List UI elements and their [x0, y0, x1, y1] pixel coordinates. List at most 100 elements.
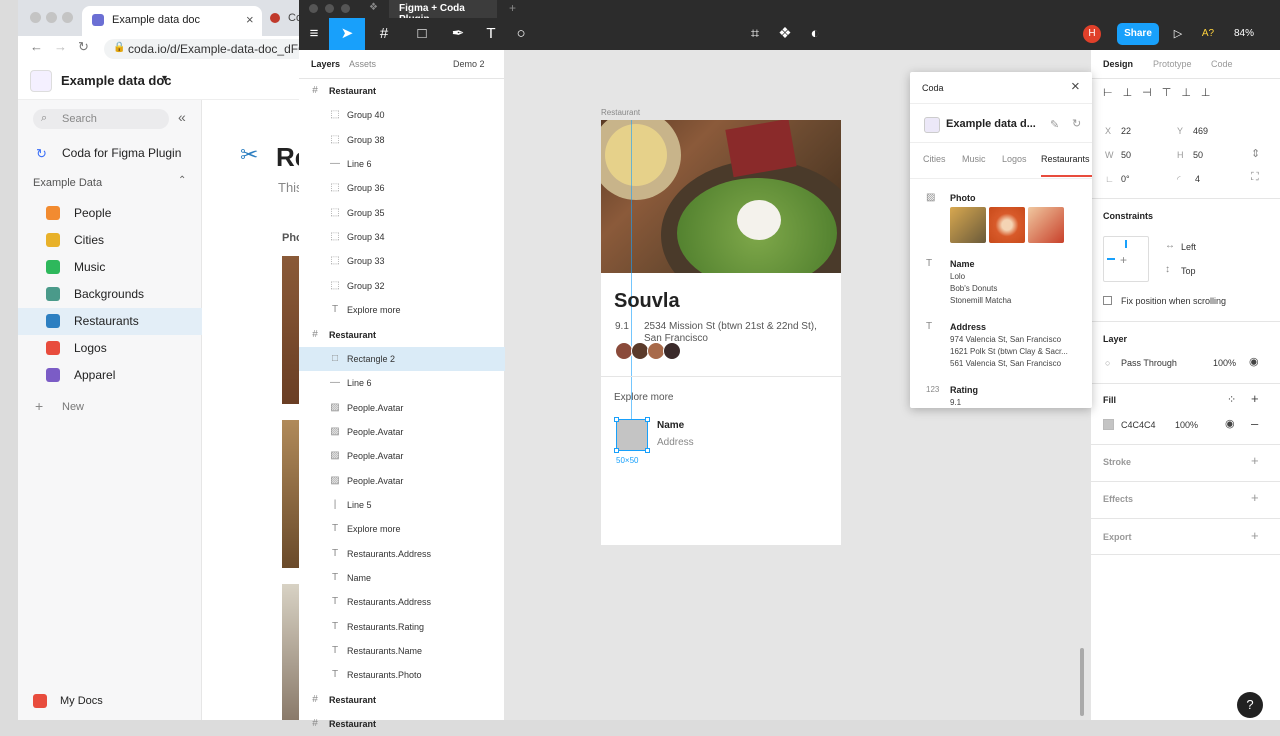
tab-prototype[interactable]: Prototype: [1153, 59, 1192, 69]
close-icon[interactable]: ×: [1071, 78, 1080, 95]
close-dot[interactable]: [30, 12, 41, 23]
field-name[interactable]: Address: [950, 322, 986, 332]
layer-row[interactable]: T Restaurants.Address: [299, 590, 505, 614]
layer-row[interactable]: ▨ People.Avatar: [299, 444, 505, 468]
forward-icon[interactable]: →: [54, 39, 67, 54]
layer-row[interactable]: # Restaurant: [299, 323, 505, 347]
layer-row[interactable]: ⬚ Group 35: [299, 201, 505, 225]
tab-assets[interactable]: Assets: [349, 59, 376, 69]
restaurant-frame[interactable]: Souvla 9.1 2534 Mission St (btwn 21st & …: [601, 120, 841, 545]
explore-more[interactable]: Explore more: [614, 392, 673, 403]
align-icons[interactable]: ⊢⊥⊣⊤⊥⊥: [1103, 86, 1221, 99]
rotation-field[interactable]: 0°: [1121, 174, 1130, 184]
pen-tool-icon[interactable]: ✒: [445, 18, 471, 50]
minimize-dot[interactable]: [46, 12, 57, 23]
layer-row[interactable]: # Restaurant: [299, 712, 505, 736]
layer-row[interactable]: # Restaurant: [299, 688, 505, 712]
doc-title[interactable]: Example data doc: [61, 73, 172, 88]
layer-row[interactable]: ⬚ Group 33: [299, 249, 505, 273]
search-input[interactable]: ⌕ Search: [33, 109, 169, 129]
sidebar-item-music[interactable]: Music: [18, 254, 202, 281]
horizontal-constraint[interactable]: Left: [1181, 242, 1196, 252]
close-dot[interactable]: [309, 4, 318, 13]
my-docs-link[interactable]: My Docs: [60, 695, 103, 707]
selected-rectangle[interactable]: [614, 417, 650, 453]
layer-row[interactable]: T Restaurants.Address: [299, 542, 505, 566]
close-icon[interactable]: ×: [246, 12, 254, 27]
layer-row[interactable]: T Explore more: [299, 298, 505, 322]
resize-handle[interactable]: [645, 417, 650, 422]
layer-row[interactable]: ▨ People.Avatar: [299, 469, 505, 493]
resize-handle[interactable]: [614, 417, 619, 422]
field-name[interactable]: Name: [950, 259, 975, 269]
rating[interactable]: 9.1: [615, 321, 629, 332]
layer-row[interactable]: ▨ People.Avatar: [299, 396, 505, 420]
restaurant-photo[interactable]: [601, 120, 841, 273]
chevron-up-icon[interactable]: ⌃: [178, 175, 186, 186]
add-effect-icon[interactable]: +: [1251, 490, 1259, 505]
avatar[interactable]: [663, 342, 681, 360]
plus-icon[interactable]: +: [35, 398, 43, 414]
sidebar-item-backgrounds[interactable]: Backgrounds: [18, 281, 202, 308]
add-fill-icon[interactable]: +: [1251, 391, 1259, 406]
comment-tool-icon[interactable]: ○: [509, 18, 533, 50]
shape-tool-icon[interactable]: □: [409, 18, 435, 50]
scrollbar[interactable]: [1080, 648, 1084, 716]
blend-mode[interactable]: Pass Through: [1121, 358, 1177, 368]
layer-row[interactable]: ⬚ Group 36: [299, 176, 505, 200]
layer-row[interactable]: ▨ People.Avatar: [299, 420, 505, 444]
field-value[interactable]: 561 Valencia St, San Francisco: [950, 359, 1061, 368]
tab-restaurants[interactable]: Restaurants: [1041, 154, 1090, 164]
browser-tab-active[interactable]: Example data doc ×: [82, 6, 262, 36]
photo-thumbnail[interactable]: [1028, 207, 1064, 243]
zoom-level[interactable]: 84%: [1234, 28, 1254, 39]
y-field[interactable]: 469: [1193, 126, 1208, 136]
zoom-dot[interactable]: [62, 12, 73, 23]
present-icon[interactable]: ▷: [1169, 18, 1187, 50]
layer-row[interactable]: T Explore more: [299, 517, 505, 541]
fix-scroll-checkbox[interactable]: [1103, 296, 1112, 305]
field-value[interactable]: Bob's Donuts: [950, 284, 997, 293]
tab-logos[interactable]: Logos: [1002, 154, 1027, 164]
layer-row[interactable]: □ Rectangle 2: [299, 346, 505, 371]
edit-icon[interactable]: ✎: [1050, 118, 1059, 131]
constraint-center[interactable]: +: [1120, 253, 1127, 267]
menu-icon[interactable]: ≡: [305, 18, 323, 50]
constraint-top[interactable]: [1125, 240, 1127, 248]
frame-tool-icon[interactable]: #: [371, 18, 397, 50]
visibility-icon[interactable]: ◉: [1225, 417, 1235, 430]
contrast-icon[interactable]: ◐: [803, 18, 827, 50]
crop-icon[interactable]: ⌗: [743, 18, 767, 50]
collapse-sidebar-icon[interactable]: «: [178, 109, 186, 125]
layer-row[interactable]: T Restaurants.Rating: [299, 615, 505, 639]
layer-row[interactable]: — Line 6: [299, 152, 505, 176]
field-name[interactable]: Photo: [950, 193, 976, 203]
remove-fill-icon[interactable]: –: [1251, 416, 1258, 431]
tab-layers[interactable]: Layers: [311, 59, 340, 69]
field-value[interactable]: 974 Valencia St, San Francisco: [950, 335, 1061, 344]
tab-music[interactable]: Music: [962, 154, 986, 164]
independent-corners-icon[interactable]: ⛶: [1251, 171, 1259, 184]
fill-hex[interactable]: C4C4C4: [1121, 420, 1156, 430]
field-name[interactable]: Rating: [950, 385, 978, 395]
reload-icon[interactable]: ↻: [78, 39, 89, 55]
file-tab[interactable]: Figma + Coda Plugin: [389, 0, 497, 25]
x-field[interactable]: 22: [1121, 126, 1131, 136]
vertical-constraint[interactable]: Top: [1181, 266, 1196, 276]
constraint-widget[interactable]: +: [1103, 236, 1149, 282]
layer-row[interactable]: — Line 6: [299, 371, 505, 395]
field-value[interactable]: Stonemill Matcha: [950, 296, 1011, 305]
layer-opacity[interactable]: 100%: [1213, 358, 1236, 368]
restaurant-name[interactable]: Souvla: [614, 290, 680, 313]
styles-icon[interactable]: ⁘: [1227, 393, 1236, 406]
address-field[interactable]: 🔒 coda.io/d/Example-data-doc_dFO: [104, 39, 318, 59]
text-tool-icon[interactable]: T: [481, 18, 501, 50]
zoom-dot[interactable]: [341, 4, 350, 13]
new-page-button[interactable]: New: [62, 401, 84, 413]
layer-row[interactable]: ⬚ Group 32: [299, 274, 505, 298]
h-field[interactable]: 50: [1193, 150, 1203, 160]
layer-row[interactable]: ⬚ Group 38: [299, 128, 505, 152]
layer-row[interactable]: T Restaurants.Name: [299, 639, 505, 663]
minimize-dot[interactable]: [325, 4, 334, 13]
chevron-down-icon[interactable]: ▾: [162, 73, 167, 84]
